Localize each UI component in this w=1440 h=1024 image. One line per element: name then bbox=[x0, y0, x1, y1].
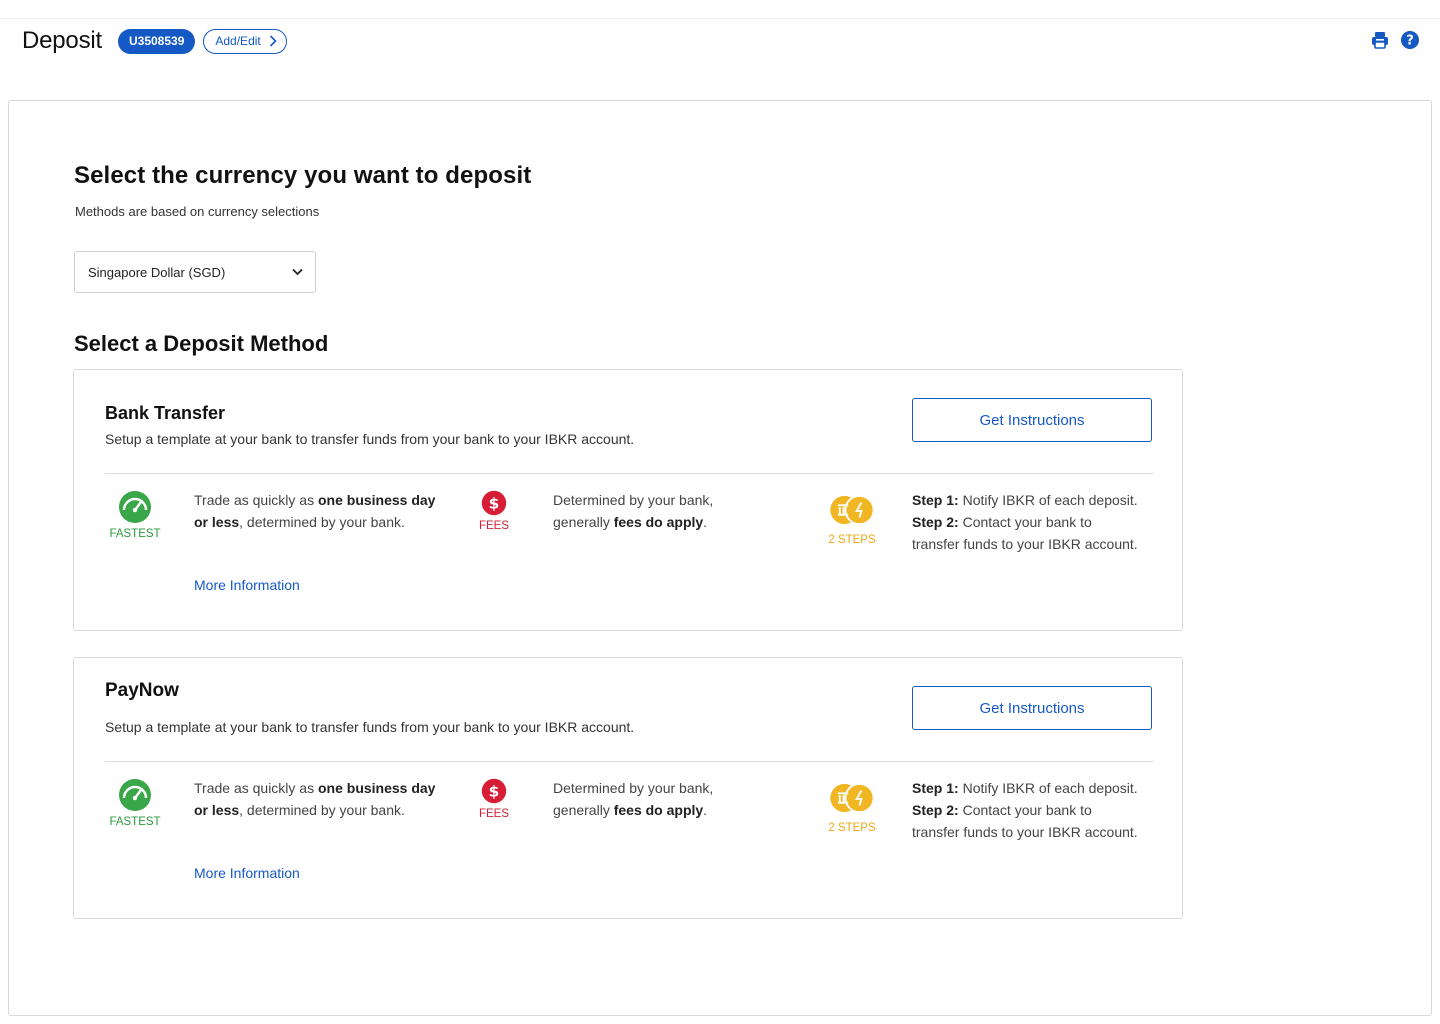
chevron-down-icon bbox=[292, 268, 303, 276]
deposit-method-heading: Select a Deposit Method bbox=[74, 331, 329, 356]
steps-feature: 2 STEPS bbox=[822, 494, 882, 546]
method-title: Bank Transfer bbox=[105, 403, 226, 423]
svg-text:$: $ bbox=[489, 782, 500, 800]
print-icon[interactable] bbox=[1370, 30, 1390, 50]
steps-label: 2 STEPS bbox=[828, 822, 876, 834]
fees-text: Determined by your bank, generally fees … bbox=[553, 780, 714, 818]
steps-text: Step 1: Notify IBKR of each deposit. Step… bbox=[912, 492, 1138, 552]
speed-label: FASTEST bbox=[109, 816, 161, 828]
bank-steps-icon bbox=[830, 494, 875, 526]
steps-text: Step 1: Notify IBKR of each deposit. Step… bbox=[912, 780, 1138, 840]
method-description: Setup a template at your bank to transfe… bbox=[105, 719, 635, 735]
dollar-icon: $ bbox=[481, 778, 507, 804]
get-instructions-button[interactable]: Get Instructions bbox=[912, 686, 1152, 730]
add-edit-label: Add/Edit bbox=[215, 34, 261, 48]
currency-select[interactable]: Singapore Dollar (SGD) bbox=[74, 251, 316, 293]
currency-subtext: Methods are based on currency selections bbox=[75, 204, 320, 219]
top-divider bbox=[0, 18, 1440, 19]
get-instructions-button[interactable]: Get Instructions bbox=[912, 398, 1152, 442]
speed-text: Trade as quickly as one business day or … bbox=[194, 492, 436, 530]
speedometer-icon bbox=[119, 779, 151, 811]
add-edit-button[interactable]: Add/Edit bbox=[203, 28, 287, 54]
chevron-right-icon bbox=[269, 35, 277, 47]
speed-feature: FASTEST bbox=[105, 778, 165, 828]
page-title: Deposit bbox=[22, 27, 102, 54]
speed-label: FASTEST bbox=[109, 528, 161, 540]
svg-text:$: $ bbox=[489, 494, 500, 512]
svg-text:?: ? bbox=[1406, 34, 1414, 49]
more-information-link[interactable]: More Information bbox=[194, 865, 300, 881]
account-badge: U3508539 bbox=[117, 28, 196, 54]
card-divider bbox=[105, 473, 1153, 474]
currency-heading: Select the currency you want to deposit bbox=[74, 162, 532, 189]
method-title: PayNow bbox=[105, 680, 179, 701]
fees-text: Determined by your bank, generally fees … bbox=[553, 492, 714, 530]
fees-feature: $ FEES bbox=[464, 778, 524, 820]
speed-text: Trade as quickly as one business day or … bbox=[194, 780, 436, 818]
fees-label: FEES bbox=[478, 808, 510, 820]
fees-feature: $ FEES bbox=[464, 490, 524, 532]
bank-steps-icon bbox=[830, 782, 875, 814]
method-description: Setup a template at your bank to transfe… bbox=[105, 431, 635, 447]
steps-label: 2 STEPS bbox=[828, 534, 876, 546]
speedometer-icon bbox=[119, 491, 151, 523]
steps-feature: 2 STEPS bbox=[822, 782, 882, 834]
page-header: Deposit U3508539 Add/Edit bbox=[22, 26, 287, 56]
method-card-bank-transfer: Bank Transfer Setup a template at your b… bbox=[73, 369, 1183, 631]
more-information-link[interactable]: More Information bbox=[194, 577, 300, 593]
dollar-icon: $ bbox=[481, 490, 507, 516]
card-divider bbox=[105, 761, 1153, 762]
fees-label: FEES bbox=[478, 520, 510, 532]
speed-feature: FASTEST bbox=[105, 490, 165, 540]
help-icon[interactable]: ? bbox=[1400, 30, 1420, 50]
currency-select-value: Singapore Dollar (SGD) bbox=[88, 264, 226, 280]
top-right-toolbar: ? bbox=[1370, 30, 1420, 50]
method-card-paynow: PayNow Setup a template at your bank to … bbox=[73, 657, 1183, 919]
